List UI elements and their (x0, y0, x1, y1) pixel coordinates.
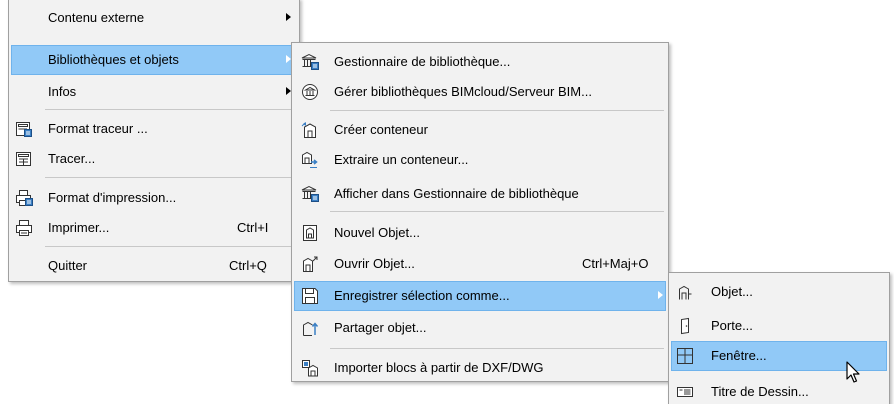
menu-item-gerer-bibliotheques-bimcloud[interactable]: Gérer bibliothèques BIMcloud/Serveur BIM… (294, 77, 666, 107)
menu-item-label: Format d'impression... (48, 190, 177, 205)
menu-item-creer-conteneur[interactable]: Créer conteneur (294, 115, 666, 145)
menu-item-label: Nouvel Objet... (334, 225, 420, 240)
menu-item-gestionnaire-bibliotheque[interactable]: Gestionnaire de bibliothèque... (294, 47, 666, 77)
menu-item-objet[interactable]: Objet... (671, 277, 887, 307)
bimcloud-library-icon (301, 83, 319, 101)
menu-item-infos[interactable]: Infos (11, 77, 297, 107)
show-in-library-manager-icon (301, 185, 319, 203)
menu-item-format-impression[interactable]: Format d'impression... (11, 183, 297, 213)
menu-separator (330, 211, 664, 212)
menu-separator (330, 348, 664, 349)
menu-item-label: Extraire un conteneur... (334, 152, 469, 167)
drawing-title-icon (676, 383, 694, 401)
menu-item-label: Créer conteneur (334, 122, 428, 137)
menu-item-label: Tracer... (48, 151, 96, 166)
submenu-arrow-icon (658, 291, 663, 299)
menu-item-label: Infos (48, 84, 77, 99)
menu-item-label: Ouvrir Objet... (334, 256, 415, 271)
menu-item-label: Partager objet... (334, 320, 427, 335)
create-container-icon (301, 121, 319, 139)
new-object-icon (301, 224, 319, 242)
menu-item-label: Gérer bibliothèques BIMcloud/Serveur BIM… (334, 84, 592, 99)
printer-icon (15, 219, 33, 237)
menu-item-label: Titre de Dessin... (711, 384, 809, 399)
menu-item-format-traceur[interactable]: Format traceur ... (11, 114, 297, 144)
open-object-icon (301, 255, 319, 273)
menu-item-label: Bibliothèques et objets (48, 52, 179, 67)
menu-item-label: Fenêtre... (711, 348, 767, 363)
submenu-arrow-icon (286, 13, 291, 21)
door-icon (676, 317, 694, 335)
menu-item-label: Porte... (711, 318, 753, 333)
print-setup-icon (15, 189, 33, 207)
menu-item-label: Objet... (711, 284, 753, 299)
menu-item-label: Enregistrer sélection comme... (334, 288, 510, 303)
extract-container-icon (301, 151, 319, 169)
libraries-submenu: Gestionnaire de bibliothèque... Gérer bi… (291, 42, 669, 382)
plotter-icon (15, 150, 33, 168)
menu-item-afficher-gestionnaire[interactable]: Afficher dans Gestionnaire de bibliothèq… (294, 179, 666, 209)
menu-item-importer-blocs[interactable]: Importer blocs à partir de DXF/DWG (294, 353, 666, 383)
menu-item-extraire-conteneur[interactable]: Extraire un conteneur... (294, 145, 666, 175)
menu-item-partager-objet[interactable]: Partager objet... (294, 313, 666, 343)
menu-item-bibliotheques-et-objets[interactable]: Bibliothèques et objets (11, 45, 299, 75)
menu-separator (330, 110, 664, 111)
menu-item-quitter[interactable]: Quitter Ctrl+Q (11, 251, 297, 281)
shortcut-label: Ctrl+Q (229, 258, 267, 273)
import-dxf-dwg-icon (301, 359, 319, 377)
window-icon (676, 347, 694, 365)
menu-separator (45, 177, 295, 178)
save-selection-icon (301, 287, 319, 305)
menu-item-tracer[interactable]: Tracer... (11, 144, 297, 174)
menu-item-label: Quitter (48, 258, 88, 273)
menu-item-label: Contenu externe (48, 10, 145, 25)
menu-separator (45, 246, 295, 247)
menu-item-porte[interactable]: Porte... (671, 311, 887, 341)
plotter-setup-icon (15, 120, 33, 138)
menu-item-ouvrir-objet[interactable]: Ouvrir Objet... Ctrl+Maj+O (294, 249, 666, 279)
menu-item-label: Gestionnaire de bibliothèque... (334, 54, 511, 69)
share-object-icon (301, 319, 319, 337)
menu-item-label: Imprimer... (48, 220, 110, 235)
menu-item-label: Importer blocs à partir de DXF/DWG (334, 360, 544, 375)
menu-item-imprimer[interactable]: Imprimer... Ctrl+I (11, 213, 297, 243)
file-menu: Contenu externe Bibliothèques et objets … (8, 0, 300, 282)
shortcut-label: Ctrl+Maj+O (582, 256, 649, 271)
object-icon (676, 283, 694, 301)
menu-item-nouvel-objet[interactable]: Nouvel Objet... (294, 218, 666, 248)
mouse-pointer-icon (846, 361, 862, 385)
library-manager-icon (301, 53, 319, 71)
menu-item-contenu-externe[interactable]: Contenu externe (11, 3, 297, 33)
menu-item-label: Afficher dans Gestionnaire de bibliothèq… (334, 186, 579, 201)
menu-separator (45, 109, 295, 110)
shortcut-label: Ctrl+I (237, 220, 269, 235)
menu-item-enregistrer-selection[interactable]: Enregistrer sélection comme... (294, 281, 666, 311)
menu-item-label: Format traceur ... (48, 121, 148, 136)
